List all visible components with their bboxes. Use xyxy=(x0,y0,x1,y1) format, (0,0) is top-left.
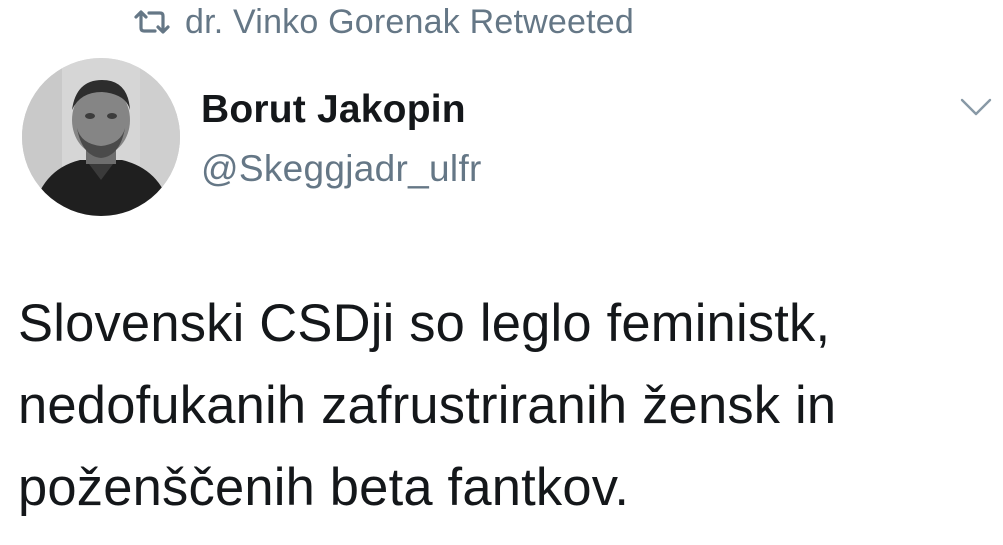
tweet-text-line: poženščenih beta fantkov. xyxy=(18,458,630,517)
tweet-text: Slovenski CSDji so leglo feministk, nedo… xyxy=(18,283,993,529)
avatar-image xyxy=(22,58,180,216)
tweet-text-line: Slovenski CSDji so leglo feministk, xyxy=(18,294,831,353)
retweet-context-text[interactable]: dr. Vinko Gorenak Retweeted xyxy=(185,3,634,42)
author-display-name[interactable]: Borut Jakopin xyxy=(201,88,466,132)
tweet-text-line: nedofukanih zafrustriranih žensk in xyxy=(18,376,837,435)
author-handle[interactable]: @Skeggjadr_ulfr xyxy=(201,148,482,190)
chevron-down-icon xyxy=(953,90,999,122)
retweet-icon xyxy=(133,9,171,35)
tweet-menu-button[interactable] xyxy=(953,90,999,122)
avatar[interactable] xyxy=(22,58,180,216)
retweet-context: dr. Vinko Gorenak Retweeted xyxy=(133,2,634,42)
